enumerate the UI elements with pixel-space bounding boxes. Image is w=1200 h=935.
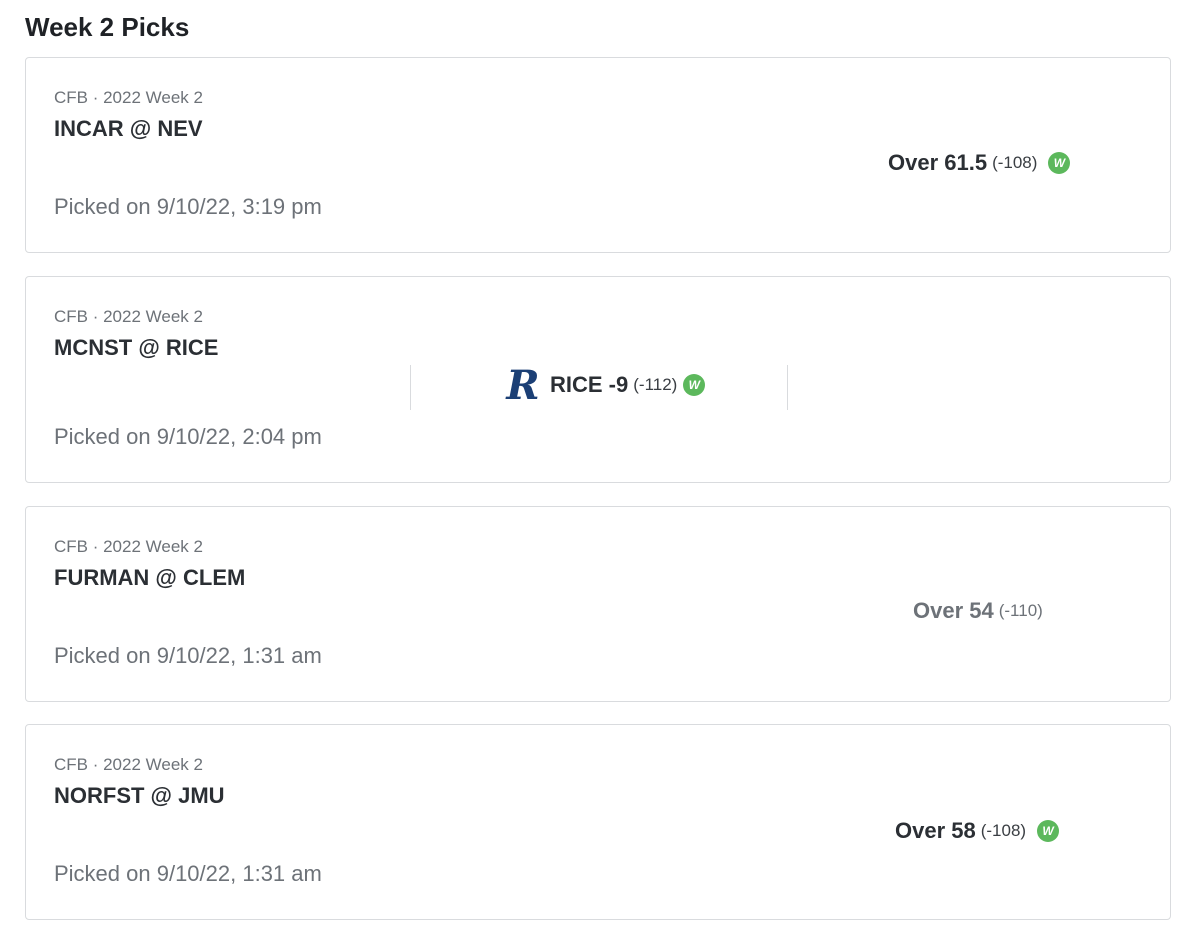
pick-card[interactable]: CFB · 2022 Week 2 MCNST @ RICE R RICE -9… — [25, 276, 1171, 483]
pick-label: Over 58 — [895, 818, 976, 843]
pick-odds: (-112) — [633, 375, 678, 394]
divider — [787, 365, 788, 410]
pick-matchup: FURMAN @ CLEM — [54, 565, 246, 590]
pick-matchup: INCAR @ NEV — [54, 116, 203, 141]
picked-on-timestamp: Picked on 9/10/22, 1:31 am — [54, 861, 322, 886]
rice-owls-logo-icon: R — [504, 365, 542, 405]
pick-meta: CFB · 2022 Week 2 — [54, 755, 203, 774]
pick-label: Over 61.5 — [888, 150, 988, 175]
team-logo-letter: R — [505, 365, 539, 405]
pick-meta: CFB · 2022 Week 2 — [54, 307, 203, 326]
pick-matchup: MCNST @ RICE — [54, 335, 219, 360]
picked-on-timestamp: Picked on 9/10/22, 3:19 pm — [54, 194, 322, 219]
win-badge-icon: W — [1037, 820, 1060, 842]
pick-meta: CFB · 2022 Week 2 — [54, 88, 203, 107]
pick-odds: (-108) — [980, 821, 1027, 840]
pick-matchup: NORFST @ JMU — [54, 783, 225, 808]
pick-selection: Over 61.5 (-108) W — [888, 150, 1071, 176]
pick-card[interactable]: CFB · 2022 Week 2 INCAR @ NEV Over 61.5 … — [25, 57, 1171, 253]
pick-label: RICE -9 — [550, 372, 629, 397]
win-badge-icon: W — [1048, 152, 1071, 174]
pick-selection: Over 54 (-110) — [913, 598, 1043, 624]
pick-card[interactable]: CFB · 2022 Week 2 NORFST @ JMU Over 58 (… — [25, 724, 1171, 920]
pick-selection: Over 58 (-108) W — [895, 818, 1060, 844]
divider — [410, 365, 411, 410]
pick-odds: (-110) — [998, 601, 1043, 620]
pick-meta: CFB · 2022 Week 2 — [54, 537, 203, 556]
picked-on-timestamp: Picked on 9/10/22, 1:31 am — [54, 643, 322, 668]
pick-selection: R RICE -9 (-112) W — [504, 365, 706, 405]
win-badge-icon: W — [683, 374, 706, 396]
pick-label: Over 54 — [913, 598, 994, 623]
picked-on-timestamp: Picked on 9/10/22, 2:04 pm — [54, 424, 322, 449]
page-title: Week 2 Picks — [25, 12, 190, 42]
pick-card[interactable]: CFB · 2022 Week 2 FURMAN @ CLEM Over 54 … — [25, 506, 1171, 702]
pick-odds: (-108) — [992, 153, 1038, 172]
